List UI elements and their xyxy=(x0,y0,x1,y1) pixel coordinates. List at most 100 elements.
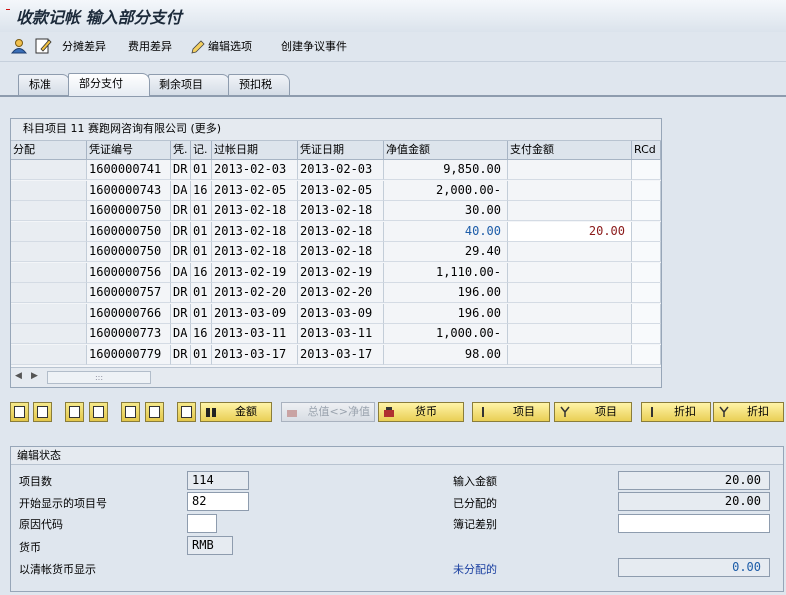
table-row[interactable]: 1600000743 DA 16 2013-02-05 2013-02-05 2,000.… xyxy=(11,180,661,201)
cell-payment-amount[interactable] xyxy=(508,180,632,201)
tab-withholding-tax[interactable]: 预扣税 xyxy=(228,74,290,96)
items-button-2[interactable]: 项目 xyxy=(554,402,632,422)
items-button-1[interactable]: 项目 xyxy=(472,402,550,422)
edit-document-icon[interactable] xyxy=(34,37,52,55)
cell-posting-key: 01 xyxy=(191,283,212,303)
discount-button-1[interactable]: 折扣 xyxy=(641,402,711,422)
first-item-field[interactable]: 82 xyxy=(187,492,249,511)
reason-code-field[interactable] xyxy=(187,514,217,533)
gross-net-button[interactable]: 总值<>净值 xyxy=(281,402,375,422)
assigned-field: 20.00 xyxy=(618,492,770,511)
find-button[interactable] xyxy=(177,402,196,422)
table-row[interactable]: 1600000741 DR 01 2013-02-03 2013-02-03 9,850.… xyxy=(11,160,661,180)
edit-status-group: 编辑状态 项目数 114 开始显示的项目号 82 原因代码 货币 RMB 以清帐… xyxy=(10,446,784,592)
cell-posting-date: 2013-02-18 xyxy=(212,201,298,221)
deactivate-items-icon xyxy=(93,406,104,418)
table-row[interactable]: 1600000756 DA 16 2013-02-19 2013-02-19 1,110.… xyxy=(11,262,661,283)
cell-posting-key: 01 xyxy=(191,221,212,242)
cell-reason-code[interactable] xyxy=(632,160,661,180)
difference-field[interactable] xyxy=(618,514,770,533)
currency-field: RMB xyxy=(187,536,233,555)
col-header-allocation[interactable]: 分配 xyxy=(11,141,87,160)
cell-payment-amount[interactable] xyxy=(508,324,632,344)
currency-button[interactable]: 货币 xyxy=(378,402,464,422)
cell-document-number: 1600000773 xyxy=(87,324,171,344)
horizontal-scrollbar[interactable]: ◀ ▶ ::: xyxy=(11,367,661,387)
deactivate-items-button[interactable] xyxy=(89,402,108,422)
binoculars-icon xyxy=(206,408,216,417)
tab-partial-payment[interactable]: 部分支付 xyxy=(68,73,150,96)
cell-payment-amount[interactable] xyxy=(508,242,632,262)
scroll-left-icon[interactable]: ◀ xyxy=(15,371,22,381)
cell-posting-key: 16 xyxy=(191,262,212,283)
cell-reason-code[interactable] xyxy=(632,180,661,201)
table-row[interactable]: 1600000750 DR 01 2013-02-18 2013-02-18 29.40 xyxy=(11,242,661,262)
cell-reason-code[interactable] xyxy=(632,283,661,303)
table-header: 分配 凭证编号 凭. 记. 过帐日期 凭证日期 净值金额 支付金额 RCd xyxy=(11,141,661,160)
cell-payment-amount[interactable] xyxy=(508,160,632,180)
cell-allocation xyxy=(11,283,87,303)
select-all-button[interactable] xyxy=(10,402,29,422)
col-header-posting-key[interactable]: 记. xyxy=(191,141,212,160)
cell-posting-date: 2013-02-18 xyxy=(212,221,298,242)
col-header-document-type[interactable]: 凭. xyxy=(171,141,191,160)
col-header-document-number[interactable]: 凭证编号 xyxy=(87,141,171,160)
filter-button[interactable] xyxy=(145,402,164,422)
cell-payment-amount[interactable] xyxy=(508,283,632,303)
cell-reason-code[interactable] xyxy=(632,201,661,221)
title-mark xyxy=(6,9,10,10)
cell-payment-amount[interactable]: 20.00 xyxy=(508,221,632,242)
cell-reason-code[interactable] xyxy=(632,242,661,262)
currency-label: 货币 xyxy=(19,541,41,554)
discount-button-2[interactable]: 折扣 xyxy=(713,402,784,422)
table-row[interactable]: 1600000750 DR 01 2013-02-18 2013-02-18 30.00 xyxy=(11,201,661,221)
scroll-thumb[interactable]: ::: xyxy=(47,371,151,384)
cell-document-date: 2013-03-17 xyxy=(298,344,384,365)
filter-icon xyxy=(149,406,160,418)
item-count-field: 114 xyxy=(187,471,249,490)
deselect-all-button[interactable] xyxy=(33,402,52,422)
currency-label: 货币 xyxy=(415,405,437,418)
cell-document-type: DR xyxy=(171,201,191,221)
tab-residual-items[interactable]: 剩余项目 xyxy=(148,74,230,96)
activate-items-button[interactable] xyxy=(65,402,84,422)
cell-document-date: 2013-02-03 xyxy=(298,160,384,180)
tab-standard[interactable]: 标准 xyxy=(18,74,70,96)
cell-allocation xyxy=(11,303,87,324)
cell-payment-amount[interactable] xyxy=(508,201,632,221)
sort-button[interactable] xyxy=(121,402,140,422)
cell-payment-amount[interactable] xyxy=(508,344,632,365)
col-header-payment-amount[interactable]: 支付金额 xyxy=(508,141,632,160)
cell-reason-code[interactable] xyxy=(632,344,661,365)
cell-document-number: 1600000741 xyxy=(87,160,171,180)
cell-payment-amount[interactable] xyxy=(508,262,632,283)
table-row[interactable]: 1600000766 DR 01 2013-03-09 2013-03-09 196.00 xyxy=(11,303,661,324)
items-label-1: 项目 xyxy=(513,405,535,418)
col-header-net-amount[interactable]: 净值金额 xyxy=(384,141,508,160)
col-header-document-date[interactable]: 凭证日期 xyxy=(298,141,384,160)
table-row[interactable]: 1600000773 DA 16 2013-03-11 2013-03-11 1,000.… xyxy=(11,324,661,344)
cell-reason-code[interactable] xyxy=(632,303,661,324)
edit-options-button[interactable]: 编辑选项 xyxy=(208,39,252,57)
col-header-posting-date[interactable]: 过帐日期 xyxy=(212,141,298,160)
cell-reason-code[interactable] xyxy=(632,262,661,283)
col-header-reason-code[interactable]: RCd xyxy=(632,141,661,160)
cell-payment-amount[interactable] xyxy=(508,303,632,324)
cell-reason-code[interactable] xyxy=(632,221,661,242)
scroll-right-icon[interactable]: ▶ xyxy=(31,371,38,381)
table-row[interactable]: 1600000779 DR 01 2013-03-17 2013-03-17 98.00 xyxy=(11,344,661,365)
cell-reason-code[interactable] xyxy=(632,324,661,344)
cell-document-type: DR xyxy=(171,242,191,262)
create-dispute-button[interactable]: 创建争议事件 xyxy=(281,39,347,57)
expense-difference-button[interactable]: 费用差异 xyxy=(128,39,172,57)
cell-allocation xyxy=(11,242,87,262)
table-row[interactable]: 1600000757 DR 01 2013-02-20 2013-02-20 196.00 xyxy=(11,283,661,303)
cell-posting-key: 01 xyxy=(191,303,212,324)
table-row[interactable]: 1600000750 DR 01 2013-02-18 2013-02-18 40.00 2… xyxy=(11,221,661,242)
clearing-currency-label[interactable]: 以清帐货币显示 xyxy=(19,561,96,577)
allocate-difference-button[interactable]: 分摊差异 xyxy=(62,39,106,57)
find-amount-button[interactable]: 金额 xyxy=(200,402,272,422)
person-icon[interactable] xyxy=(10,37,28,55)
find-amount-label: 金额 xyxy=(235,405,257,418)
assigned-label: 已分配的 xyxy=(453,497,497,510)
